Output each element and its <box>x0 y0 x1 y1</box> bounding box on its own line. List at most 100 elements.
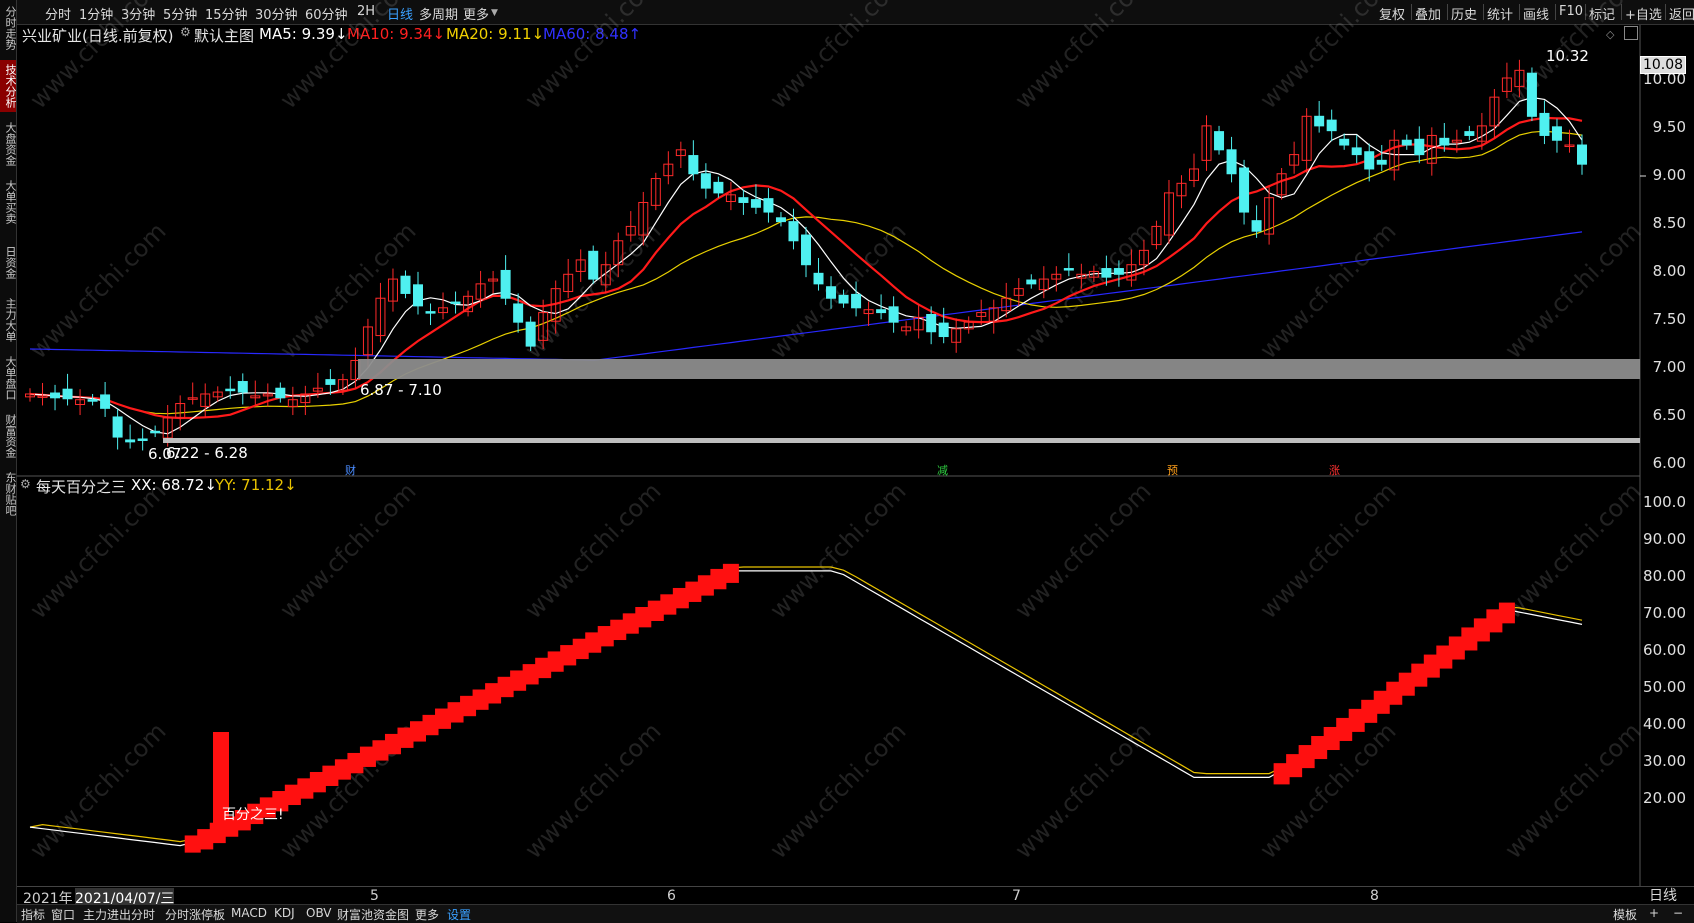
sub-settings-gear-icon[interactable]: ⚙ <box>20 477 31 491</box>
candle-body <box>100 394 111 409</box>
candle-body <box>826 286 837 299</box>
tab-window[interactable]: 窗口 <box>51 906 75 923</box>
indicator-tick: 100.0 <box>1643 493 1686 511</box>
watermark-text: www.cfchi.com <box>274 477 421 624</box>
candle-body <box>1101 268 1112 278</box>
candle-body <box>688 155 699 175</box>
candle-body <box>1414 138 1425 156</box>
watermark-text: www.cfchi.com <box>519 717 666 864</box>
indicator-tick: 50.00 <box>1643 678 1686 696</box>
price-tick: 7.00 <box>1652 358 1686 376</box>
tab-wealth-pool[interactable]: 财富池资金图 <box>337 906 409 923</box>
candle-body <box>525 321 536 347</box>
candle-body <box>1526 72 1537 117</box>
candle-body <box>1063 268 1074 271</box>
candle-body <box>738 197 749 203</box>
watermark-text: www.cfchi.com <box>519 217 666 364</box>
watermark-text: www.cfchi.com <box>1254 477 1401 624</box>
candle-body <box>50 392 61 399</box>
support-zone-lower <box>163 438 1640 443</box>
event-marker-finance[interactable]: 财 <box>344 462 357 478</box>
candle-body <box>1464 131 1475 136</box>
watermark-text: www.cfchi.com <box>764 477 911 624</box>
price-tick: 8.00 <box>1652 262 1686 280</box>
candle-body <box>1401 139 1412 146</box>
price-tick: 6.50 <box>1652 406 1686 424</box>
indicator-title: 每天百分之三 <box>36 478 127 496</box>
date-month-5: 5 <box>370 888 379 904</box>
template-button[interactable]: 模板 <box>1613 906 1637 923</box>
candle-body <box>938 322 949 338</box>
zoom-out-button[interactable]: − <box>1673 906 1683 920</box>
candle-body <box>1364 151 1375 170</box>
rising-block <box>722 563 739 583</box>
watermark-text: www.cfchi.com <box>764 717 911 864</box>
candle-body <box>237 381 248 393</box>
indicator-tick: 40.00 <box>1643 715 1686 733</box>
candle-body <box>1239 167 1250 213</box>
bottom-tab-bar: 指标 窗口 主力进出分时 分时涨停板 MACD KDJ OBV 财富池资金图 更… <box>17 888 1694 923</box>
period-daily-bottom[interactable]: 日线 <box>1649 885 1677 905</box>
price-tick: 8.50 <box>1652 214 1686 232</box>
candle-body <box>1326 119 1337 132</box>
indicator-tick: 20.00 <box>1643 789 1686 807</box>
candle-body <box>750 199 761 208</box>
tab-settings[interactable]: 设置 <box>447 906 471 923</box>
candle-body <box>225 388 236 392</box>
watermark-text: www.cfchi.com <box>1254 217 1401 364</box>
date-month-8: 8 <box>1370 888 1379 904</box>
candle-body <box>1251 220 1262 232</box>
candle-body <box>813 272 824 285</box>
candle-body <box>838 294 849 304</box>
zoom-in-button[interactable]: + <box>1649 906 1659 920</box>
watermark-text: www.cfchi.com <box>519 477 666 624</box>
candle-body <box>1339 138 1350 146</box>
event-marker-reduce[interactable]: 减 <box>936 462 949 478</box>
watermark-text: www.cfchi.com <box>1009 0 1156 114</box>
stock-chart-app: 分时走势 技术分析 大盘资金 大单买卖 日资金 主力大单 大单盘口 财富资金 东… <box>0 0 1694 923</box>
candle-body <box>588 250 599 280</box>
candle-body <box>1351 147 1362 156</box>
watermark-text: www.cfchi.com <box>1009 477 1156 624</box>
indicator-yy-value: YY: 71.12↓ <box>215 476 297 494</box>
candle-body <box>150 430 161 434</box>
tab-obv[interactable]: OBV <box>306 906 332 920</box>
low-price-label: 6.07 <box>148 445 182 463</box>
watermark-text: www.cfchi.com <box>519 0 666 114</box>
indicator-tick: 30.00 <box>1643 752 1686 770</box>
date-month-6: 6 <box>667 888 676 904</box>
watermark-text: www.cfchi.com <box>1254 0 1401 114</box>
watermark-text: www.cfchi.com <box>24 477 171 624</box>
tab-kdj[interactable]: KDJ <box>274 906 295 920</box>
date-month-7: 7 <box>1012 888 1021 904</box>
price-tick: 7.50 <box>1652 310 1686 328</box>
support-zone-upper-label: 6.87 - 7.10 <box>360 381 442 399</box>
date-axis: 2021年 2021/04/07/三 5 6 7 8 <box>17 886 1694 908</box>
candle-body <box>926 314 937 333</box>
candle-body <box>801 234 811 266</box>
candle-body <box>775 217 786 223</box>
candle-body <box>425 311 436 314</box>
tab-main-flow[interactable]: 主力进出分时 <box>83 906 155 923</box>
tab-more[interactable]: 更多 <box>415 906 439 923</box>
indicator-tick: 80.00 <box>1643 567 1686 585</box>
candle-body <box>400 275 411 294</box>
candle-body <box>876 309 887 314</box>
candle-body <box>1226 149 1237 175</box>
candle-body <box>62 388 73 400</box>
candle-body <box>112 416 123 438</box>
candle-body <box>87 399 98 402</box>
tab-limit-up[interactable]: 分时涨停板 <box>165 906 225 923</box>
kline-chart[interactable]: www.cfchi.com www.cfchi.com www.cfchi.com w… <box>0 0 1694 922</box>
event-marker-rise[interactable]: 涨 <box>1328 462 1341 478</box>
event-marker-forecast[interactable]: 预 <box>1166 462 1179 478</box>
candle-body <box>137 438 148 441</box>
price-tick: 6.00 <box>1652 454 1686 472</box>
watermark-text: www.cfchi.com <box>1499 477 1646 624</box>
candle-body <box>1539 112 1550 136</box>
candle-body <box>888 306 899 323</box>
tab-macd[interactable]: MACD <box>231 906 267 920</box>
candle-body <box>275 387 286 399</box>
tab-indicator[interactable]: 指标 <box>21 906 45 923</box>
watermark-text: www.cfchi.com <box>764 0 911 114</box>
